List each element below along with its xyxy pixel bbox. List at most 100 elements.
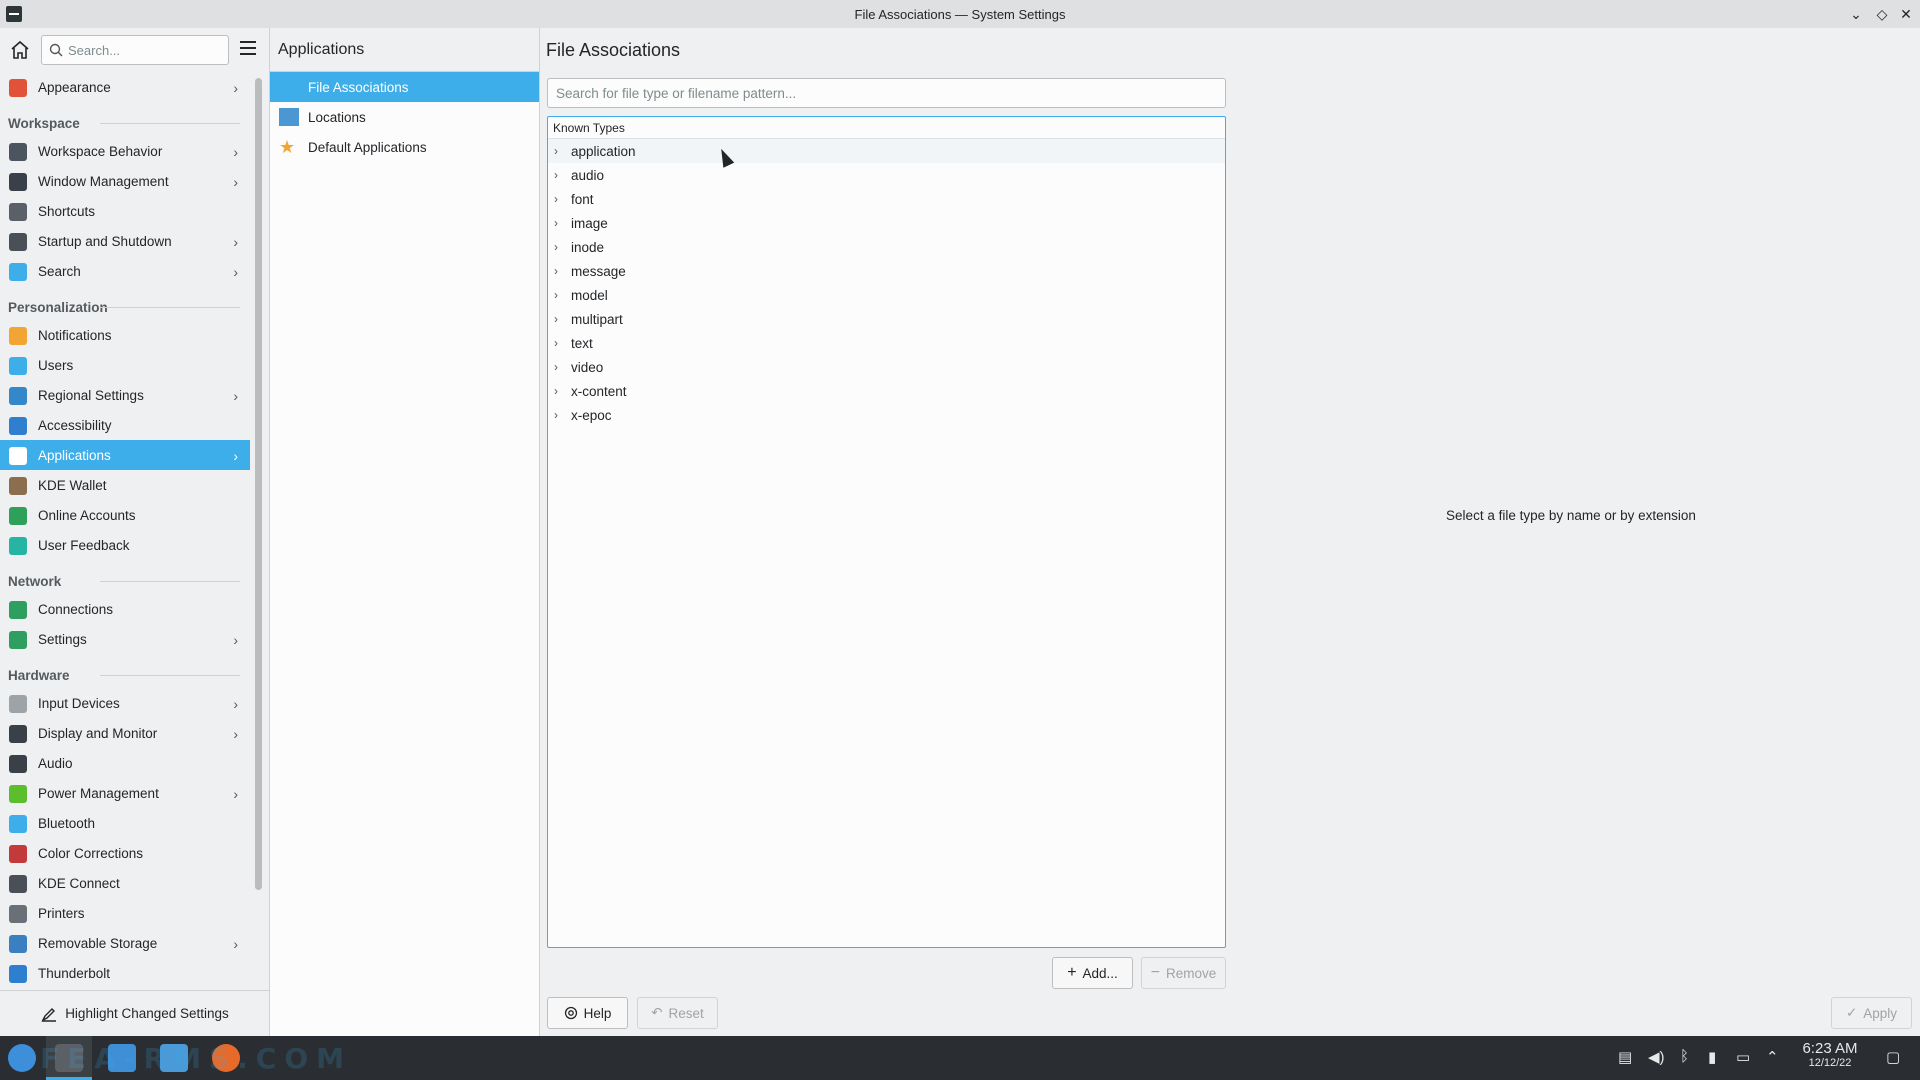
expand-arrow-icon[interactable]: › bbox=[554, 288, 558, 302]
sidebar-item-notifications[interactable]: Notifications bbox=[0, 320, 250, 350]
bell-icon bbox=[9, 327, 27, 345]
sidebar-item-settings[interactable]: Settings › bbox=[0, 624, 250, 654]
tree-row[interactable]: › audio bbox=[548, 163, 1225, 187]
sidebar-item-label: Settings bbox=[38, 631, 87, 647]
expand-arrow-icon[interactable]: › bbox=[554, 384, 558, 398]
subpanel-item-locations[interactable]: Locations bbox=[270, 102, 539, 132]
sidebar: Search... Appearance › Workspace Workspace … bbox=[0, 28, 270, 1036]
expand-arrow-icon[interactable]: › bbox=[554, 408, 558, 422]
expand-arrow-icon[interactable]: › bbox=[554, 144, 558, 158]
sidebar-item-online-accounts[interactable]: Online Accounts bbox=[0, 500, 250, 530]
sidebar-item-label: Search bbox=[38, 263, 81, 279]
bluetooth-tray-icon[interactable]: ᛒ bbox=[1680, 1048, 1689, 1065]
expand-arrow-icon[interactable]: › bbox=[554, 336, 558, 350]
subpanel-item-default-applications[interactable]: ★ Default Applications bbox=[270, 132, 539, 162]
sidebar-item-appearance[interactable]: Appearance › bbox=[0, 72, 250, 102]
minimize-button[interactable]: ⌄ bbox=[1846, 4, 1866, 24]
sidebar-item-label: Appearance bbox=[38, 79, 111, 95]
tree-row[interactable]: › image bbox=[548, 211, 1225, 235]
tray-expand-icon[interactable]: ⌃ bbox=[1766, 1048, 1779, 1066]
tree-row[interactable]: › message bbox=[548, 259, 1225, 283]
mouse-icon bbox=[9, 695, 27, 713]
sidebar-list: Appearance › Workspace Workspace Behavior › W… bbox=[0, 72, 250, 988]
sidebar-item-removable-storage[interactable]: Removable Storage › bbox=[0, 928, 250, 958]
tree-row-label: font bbox=[571, 191, 594, 207]
tree-row-label: inode bbox=[571, 239, 605, 255]
sidebar-item-connections[interactable]: Connections bbox=[0, 594, 250, 624]
sidebar-item-users[interactable]: Users bbox=[0, 350, 250, 380]
tree-row[interactable]: › text bbox=[548, 331, 1225, 355]
expand-arrow-icon[interactable]: › bbox=[554, 240, 558, 254]
expand-arrow-icon[interactable]: › bbox=[554, 216, 558, 230]
sidebar-item-applications[interactable]: Applications › bbox=[0, 440, 250, 470]
tree-row[interactable]: › application bbox=[548, 139, 1225, 163]
sidebar-item-kde-wallet[interactable]: KDE Wallet bbox=[0, 470, 250, 500]
sidebar-item-color-corrections[interactable]: Color Corrections bbox=[0, 838, 250, 868]
tree-row-label: text bbox=[571, 335, 593, 351]
close-button[interactable]: ✕ bbox=[1896, 4, 1916, 24]
feedback-icon bbox=[9, 537, 27, 555]
chevron-right-icon: › bbox=[233, 696, 238, 712]
sidebar-item-regional-settings[interactable]: Regional Settings › bbox=[0, 380, 250, 410]
expand-arrow-icon[interactable]: › bbox=[554, 360, 558, 374]
fedora-launcher-icon[interactable] bbox=[8, 1044, 36, 1072]
sidebar-item-label: Power Management bbox=[38, 785, 159, 801]
volume-icon[interactable]: ◀) bbox=[1648, 1048, 1665, 1066]
subpanel-item-file-associations[interactable]: File Associations bbox=[270, 72, 539, 102]
sidebar-item-bluetooth[interactable]: Bluetooth bbox=[0, 808, 250, 838]
tree-row-label: audio bbox=[571, 167, 605, 183]
show-desktop-icon[interactable]: ▢ bbox=[1886, 1048, 1900, 1066]
sidebar-item-search[interactable]: Search › bbox=[0, 256, 250, 286]
help-button[interactable]: Help bbox=[547, 997, 628, 1029]
sidebar-item-power-management[interactable]: Power Management › bbox=[0, 778, 250, 808]
sidebar-item-display-and-monitor[interactable]: Display and Monitor › bbox=[0, 718, 250, 748]
subpanel-title: Applications bbox=[270, 28, 539, 72]
known-types-tree[interactable]: Known Types › application › audio › font › imag… bbox=[547, 116, 1226, 948]
workspace-behavior-icon bbox=[9, 143, 27, 161]
apply-button[interactable]: ✓ Apply bbox=[1831, 997, 1912, 1029]
sidebar-scrollbar[interactable] bbox=[255, 78, 262, 890]
tree-row[interactable]: › x-epoc bbox=[548, 403, 1225, 427]
sidebar-search-input[interactable]: Search... bbox=[41, 35, 229, 65]
home-button[interactable] bbox=[8, 38, 32, 62]
network-tray-icon[interactable]: ▭ bbox=[1736, 1048, 1750, 1066]
expand-arrow-icon[interactable]: › bbox=[554, 264, 558, 278]
battery-icon[interactable]: ▮ bbox=[1708, 1048, 1716, 1066]
sidebar-item-shortcuts[interactable]: Shortcuts bbox=[0, 196, 250, 226]
file-type-search-input[interactable]: Search for file type or filename pattern… bbox=[547, 78, 1226, 108]
tree-header: Known Types bbox=[548, 117, 1225, 139]
bluetooth-icon bbox=[9, 815, 27, 833]
chevron-right-icon: › bbox=[233, 144, 238, 160]
tree-row[interactable]: › multipart bbox=[548, 307, 1225, 331]
chevron-right-icon: › bbox=[233, 234, 238, 250]
chevron-right-icon: › bbox=[233, 264, 238, 280]
expand-arrow-icon[interactable]: › bbox=[554, 192, 558, 206]
tree-row[interactable]: › video bbox=[548, 355, 1225, 379]
sidebar-item-startup-and-shutdown[interactable]: Startup and Shutdown › bbox=[0, 226, 250, 256]
sidebar-item-printers[interactable]: Printers bbox=[0, 898, 250, 928]
clipboard-icon[interactable]: ▤ bbox=[1618, 1048, 1632, 1066]
hamburger-menu-button[interactable] bbox=[240, 41, 256, 55]
tree-row[interactable]: › x-content bbox=[548, 379, 1225, 403]
highlight-changed-settings-button[interactable]: Highlight Changed Settings bbox=[0, 990, 270, 1036]
maximize-button[interactable]: ◇ bbox=[1872, 4, 1892, 24]
sidebar-item-thunderbolt[interactable]: Thunderbolt bbox=[0, 958, 250, 988]
sidebar-item-input-devices[interactable]: Input Devices › bbox=[0, 688, 250, 718]
remove-button[interactable]: − Remove bbox=[1141, 957, 1226, 989]
sidebar-item-label: Removable Storage bbox=[38, 935, 158, 951]
sidebar-item-workspace-behavior[interactable]: Workspace Behavior › bbox=[0, 136, 250, 166]
reset-button[interactable]: ↶ Reset bbox=[637, 997, 718, 1029]
add-button[interactable]: + Add... bbox=[1052, 957, 1133, 989]
tree-row[interactable]: › inode bbox=[548, 235, 1225, 259]
expand-arrow-icon[interactable]: › bbox=[554, 168, 558, 182]
sidebar-item-user-feedback[interactable]: User Feedback bbox=[0, 530, 250, 560]
sidebar-item-accessibility[interactable]: Accessibility bbox=[0, 410, 250, 440]
tree-row[interactable]: › model bbox=[548, 283, 1225, 307]
sidebar-item-window-management[interactable]: Window Management › bbox=[0, 166, 250, 196]
chevron-right-icon: › bbox=[233, 632, 238, 648]
clock[interactable]: 6:23 AM 12/12/22 bbox=[1790, 1040, 1870, 1069]
sidebar-item-audio[interactable]: Audio bbox=[0, 748, 250, 778]
expand-arrow-icon[interactable]: › bbox=[554, 312, 558, 326]
sidebar-item-kde-connect[interactable]: KDE Connect bbox=[0, 868, 250, 898]
tree-row[interactable]: › font bbox=[548, 187, 1225, 211]
